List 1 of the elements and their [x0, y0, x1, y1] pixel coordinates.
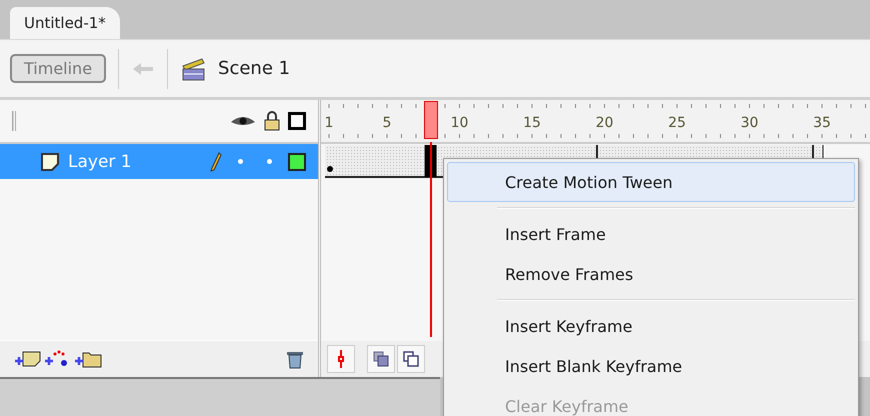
layer-name: Layer 1: [68, 152, 133, 172]
